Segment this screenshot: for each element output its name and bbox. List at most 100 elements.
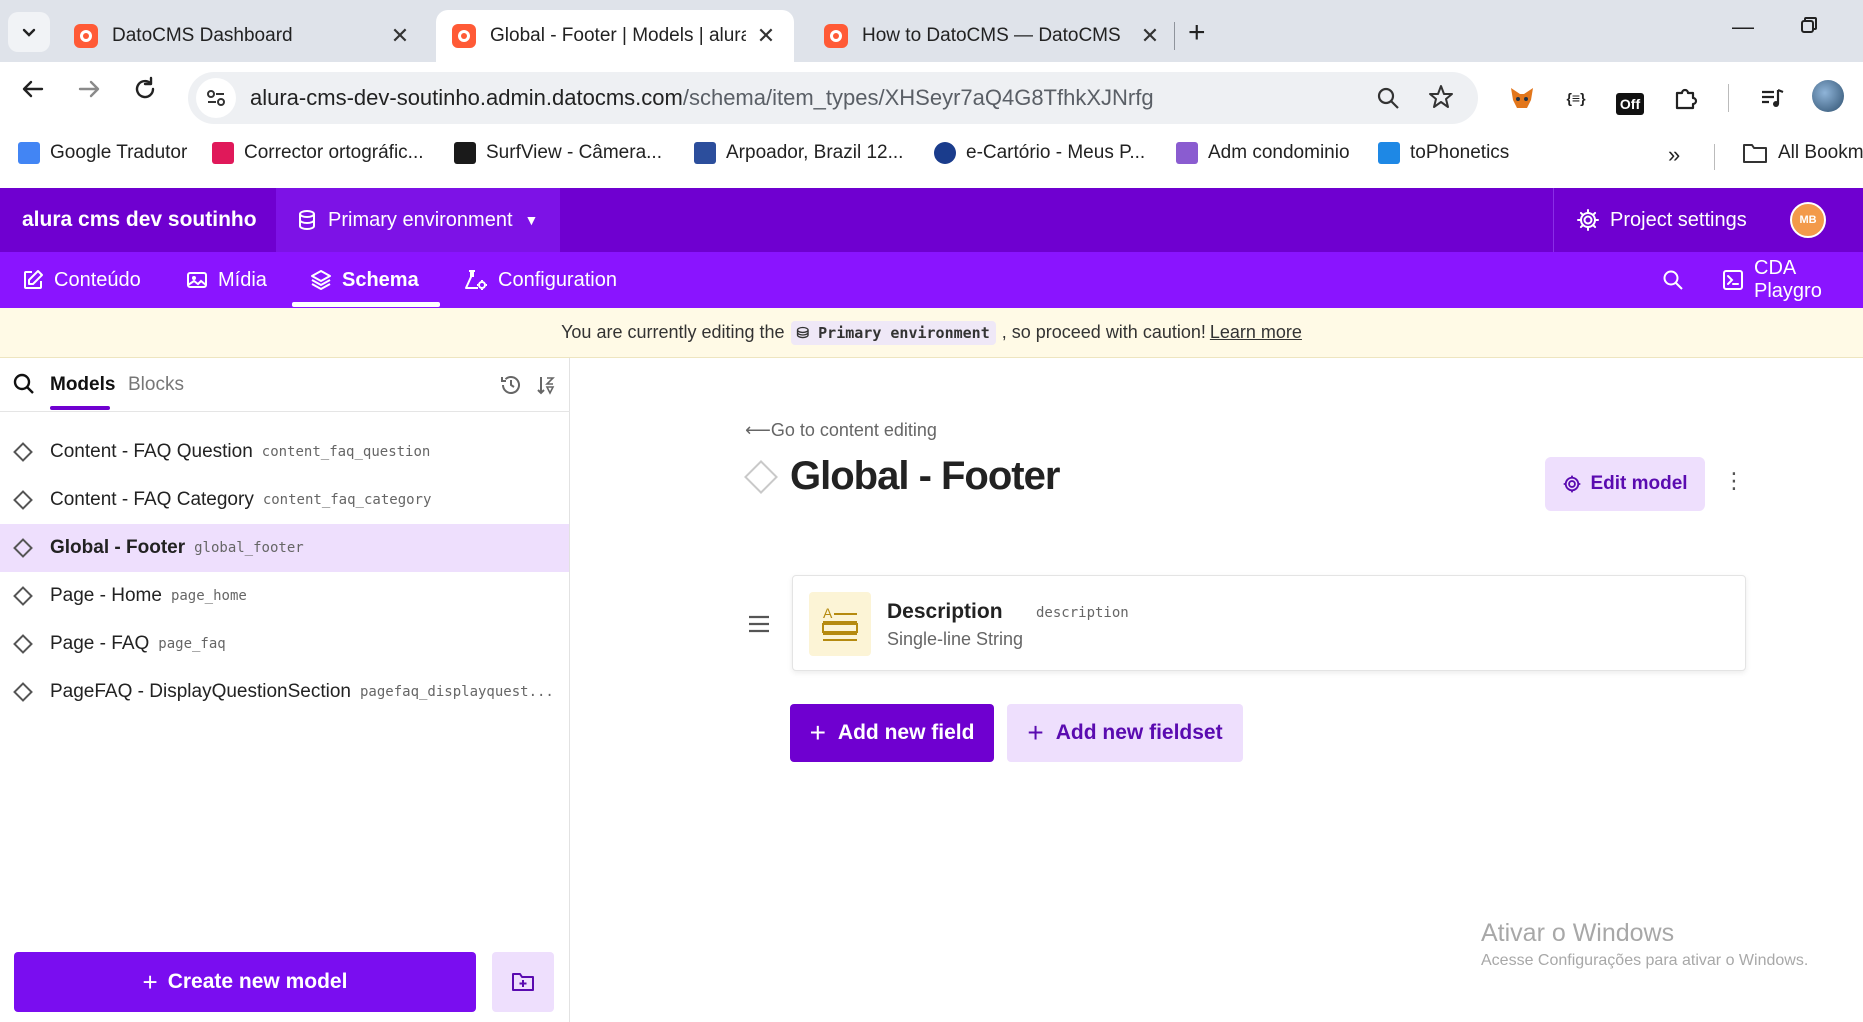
edit-model-label: Edit model — [1590, 473, 1688, 494]
bookmark-adm-condominio[interactable]: Adm condominio — [1176, 142, 1350, 164]
nav-configuration[interactable]: Configuration — [464, 252, 617, 308]
field-type: Single-line String — [887, 629, 1024, 649]
global-search-icon[interactable] — [1662, 252, 1684, 308]
tab-title: How to DatoCMS — DatoCMS — [862, 25, 1121, 46]
bookmark-label: Google Tradutor — [50, 142, 188, 163]
nav-media[interactable]: Mídia — [186, 252, 267, 308]
model-api-key: page_home — [170, 588, 247, 604]
model-diamond-icon — [13, 634, 33, 654]
bookmark-google-tradutor[interactable]: Google Tradutor — [18, 142, 187, 164]
surfline-icon — [694, 142, 716, 164]
profile-avatar-icon[interactable] — [1812, 80, 1844, 112]
datocms-favicon-icon — [824, 24, 848, 48]
active-tab-indicator — [50, 406, 110, 410]
tab-search-button[interactable] — [8, 12, 50, 52]
create-new-model-button[interactable]: + Create new model — [14, 952, 476, 1012]
more-bookmarks-chevron-icon[interactable]: » — [1668, 142, 1680, 168]
site-info-icon[interactable] — [196, 78, 236, 118]
tophonetics-icon — [1378, 142, 1400, 164]
model-name: PageFAQ - DisplayQuestionSection — [50, 681, 351, 702]
project-name[interactable]: alura cms dev soutinho — [22, 208, 257, 232]
metamask-extension-icon[interactable] — [1506, 82, 1538, 114]
close-icon[interactable]: ✕ — [388, 23, 412, 49]
chevron-down-icon — [22, 28, 36, 37]
bookmark-surfview[interactable]: SurfView - Câmera... — [454, 142, 662, 164]
tab-datocms-dashboard[interactable]: DatoCMS Dashboard ✕ — [58, 10, 428, 62]
layers-icon — [310, 269, 332, 291]
sort-icon[interactable] — [535, 374, 557, 401]
add-new-fieldset-button[interactable]: + Add new fieldset — [1007, 704, 1243, 762]
nav-cda-playground[interactable]: CDA Playgro — [1722, 252, 1863, 308]
extension-off-badge: Off — [1615, 93, 1645, 115]
warning-suffix: , so proceed with caution! — [1001, 322, 1206, 342]
address-bar[interactable]: alura-cms-dev-soutinho.admin.datocms.com… — [188, 72, 1478, 124]
drag-handle-icon[interactable] — [747, 610, 771, 641]
nav-schema-label: Schema — [342, 268, 419, 291]
tab-how-to-datocms[interactable]: How to DatoCMS — DatoCMS ✕ — [808, 10, 1178, 62]
forward-arrow-icon[interactable] — [76, 76, 102, 109]
bookmarks-bar: Google Tradutor Corrector ortográfic... … — [0, 126, 1863, 188]
zoom-search-icon[interactable] — [1376, 86, 1400, 117]
field-card[interactable]: A Description description Single-line St… — [792, 575, 1746, 671]
history-icon[interactable] — [500, 374, 522, 401]
folder-icon — [1743, 144, 1767, 163]
nav-content[interactable]: Conteúdo — [22, 252, 141, 308]
plus-icon: + — [142, 966, 158, 997]
bookmark-star-icon[interactable] — [1428, 84, 1454, 117]
terminal-icon — [1722, 269, 1744, 291]
environment-switcher[interactable]: Primary environment ▼ — [276, 188, 560, 252]
toggle-extension-icon[interactable]: Off — [1614, 82, 1646, 115]
bookmark-corrector[interactable]: Corrector ortográfic... — [212, 142, 424, 164]
tab-blocks[interactable]: Blocks — [128, 374, 184, 396]
add-new-field-button[interactable]: + Add new field — [790, 704, 994, 762]
sidebar-tabs: Models Blocks — [0, 358, 570, 412]
more-options-icon[interactable]: ⋮ — [1723, 468, 1745, 494]
back-arrow-icon[interactable] — [20, 76, 46, 109]
json-formatter-extension-icon[interactable]: {≡} — [1560, 82, 1592, 114]
model-name: Global - Footer — [50, 537, 186, 558]
bookmark-e-cartorio[interactable]: e-Cartório - Meus P... — [934, 142, 1145, 164]
google-translate-icon — [18, 142, 40, 164]
environment-warning-banner: You are currently editing the ⛁ Primary … — [0, 308, 1863, 358]
model-list-item[interactable]: Page - Home page_home — [0, 572, 569, 620]
reload-icon[interactable] — [132, 76, 158, 109]
add-fieldset-label: Add new fieldset — [1055, 721, 1223, 744]
model-diamond-icon — [13, 538, 33, 558]
bookmark-tophonetics[interactable]: toPhonetics — [1378, 142, 1509, 164]
new-folder-button[interactable] — [492, 952, 554, 1012]
bookmark-arpoador[interactable]: Arpoador, Brazil 12... — [694, 142, 903, 164]
restore-icon[interactable] — [1800, 14, 1818, 40]
model-list-item[interactable]: Page - FAQ page_faq — [0, 620, 569, 668]
project-settings-button[interactable]: Project settings — [1553, 188, 1783, 252]
user-avatar[interactable]: MB — [1790, 202, 1826, 238]
model-api-key: content_faq_category — [262, 492, 432, 508]
tab-global-footer[interactable]: Global - Footer | Models | alura ✕ — [436, 10, 794, 62]
media-controls-icon[interactable] — [1756, 82, 1788, 114]
new-tab-plus-icon[interactable]: + — [1188, 16, 1206, 50]
search-icon[interactable] — [12, 372, 36, 401]
datocms-top-bar: alura cms dev soutinho Primary environme… — [0, 188, 1863, 252]
model-list-item[interactable]: Content - FAQ Question content_faq_quest… — [0, 428, 569, 476]
model-list-item-selected[interactable]: Global - Footer global_footer — [0, 524, 569, 572]
close-icon[interactable]: ✕ — [1138, 23, 1162, 49]
close-icon[interactable]: ✕ — [754, 23, 778, 49]
field-api-key: description — [1036, 605, 1129, 621]
model-diamond-icon — [13, 682, 33, 702]
go-to-content-editing-link[interactable]: ⟵Go to content editing — [745, 420, 937, 441]
learn-more-link[interactable]: Learn more — [1210, 322, 1302, 343]
folder-plus-icon — [512, 973, 534, 991]
model-list-item[interactable]: PageFAQ - DisplayQuestionSection pagefaq… — [0, 668, 569, 716]
minimize-icon[interactable]: — — [1732, 14, 1754, 40]
project-settings-label: Project settings — [1610, 208, 1747, 231]
tab-separator — [1174, 22, 1175, 50]
edit-model-button[interactable]: Edit model — [1545, 457, 1705, 511]
back-link-label: Go to content editing — [770, 420, 937, 440]
extensions-puzzle-icon[interactable] — [1670, 82, 1702, 114]
model-name: Content - FAQ Question — [50, 441, 253, 462]
model-diamond-icon — [13, 586, 33, 606]
tab-models[interactable]: Models — [50, 374, 115, 396]
surfview-icon — [454, 142, 476, 164]
nav-schema[interactable]: Schema — [310, 252, 419, 308]
all-bookmarks-folder[interactable]: All Bookm — [1742, 142, 1863, 164]
model-list-item[interactable]: Content - FAQ Category content_faq_categ… — [0, 476, 569, 524]
